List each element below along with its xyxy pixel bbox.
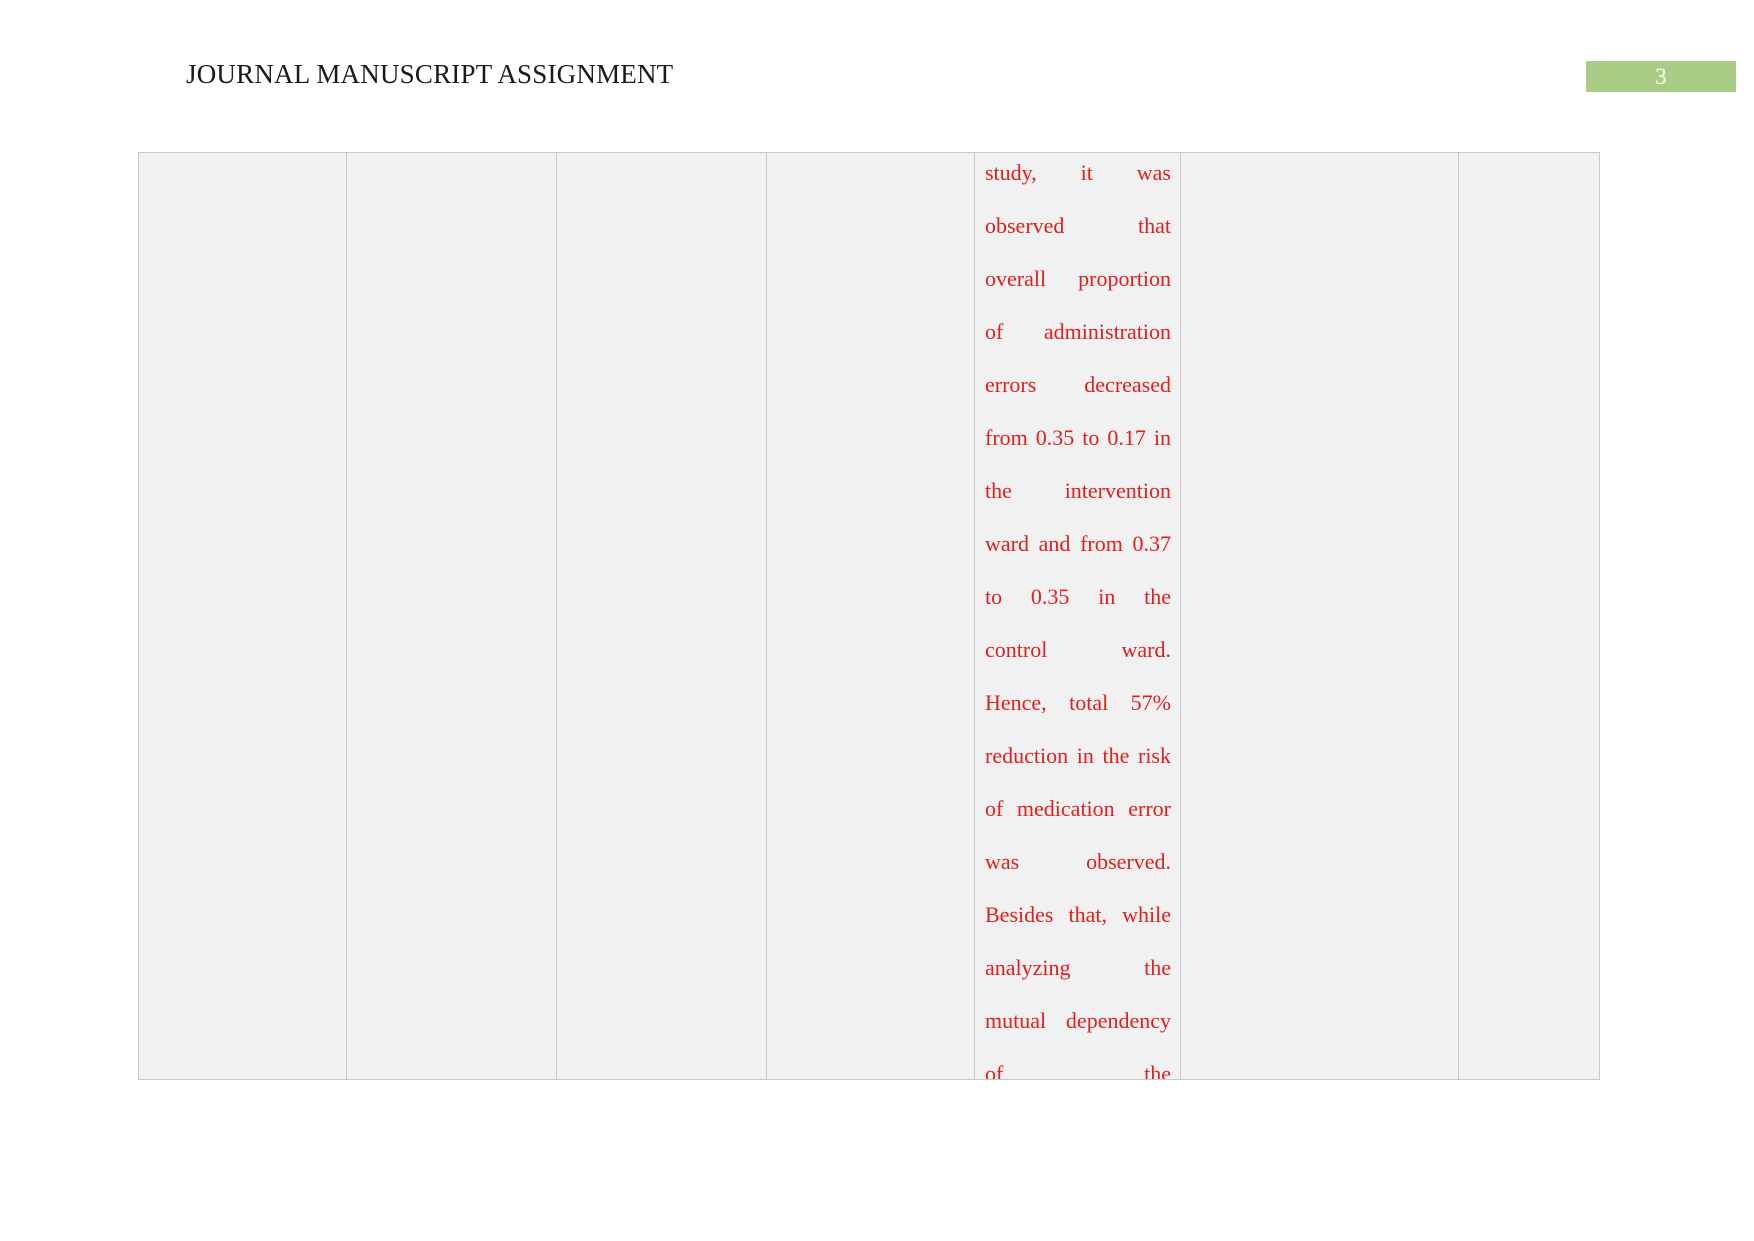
cell-content-2 — [348, 154, 556, 1079]
cell-content-5: study, it was observed that overall propor… — [976, 154, 1180, 1079]
narrative-line: ward and from 0.37 — [985, 531, 1171, 556]
cell-content-3 — [558, 154, 766, 1079]
narrative-line: of administration — [985, 319, 1171, 344]
narrative-line: reduction in the risk — [985, 743, 1171, 768]
narrative-line: observed that — [985, 213, 1171, 238]
document-page: JOURNAL MANUSCRIPT ASSIGNMENT 3 study, i… — [0, 0, 1754, 1241]
cell-content-6 — [1182, 154, 1458, 1079]
table-cell-5-narrative: study, it was observed that overall propor… — [974, 152, 1181, 1080]
narrative-line: overall proportion — [985, 266, 1171, 291]
table-cell-7 — [1458, 152, 1600, 1080]
narrative-line: was observed. — [985, 849, 1171, 874]
narrative-line: Besides that, while — [985, 902, 1171, 927]
narrative-line: from 0.35 to 0.17 in — [985, 425, 1171, 450]
narrative-line: to 0.35 in the — [985, 584, 1171, 609]
narrative-line: Hence, total 57% — [985, 690, 1171, 715]
narrative-line: of the — [985, 1061, 1171, 1079]
narrative-line: of medication error — [985, 796, 1171, 821]
table-row: study, it was observed that overall propor… — [138, 152, 1600, 1080]
page-title: JOURNAL MANUSCRIPT ASSIGNMENT — [186, 59, 674, 89]
cell-content-4 — [768, 154, 974, 1079]
page-header: JOURNAL MANUSCRIPT ASSIGNMENT 3 — [0, 0, 1754, 120]
table-cell-1 — [138, 152, 347, 1080]
table-cell-6 — [1180, 152, 1459, 1080]
narrative-text-block: study, it was observed that overall propor… — [985, 154, 1171, 1079]
page-number-badge: 3 — [1586, 61, 1736, 92]
table-cell-4 — [766, 152, 975, 1080]
cell-content-1 — [140, 154, 346, 1079]
table-cell-2 — [346, 152, 557, 1080]
content-table: study, it was observed that overall propor… — [138, 152, 1600, 1080]
narrative-line: study, it was — [985, 160, 1171, 185]
table-cell-3 — [556, 152, 767, 1080]
narrative-line: control ward. — [985, 637, 1171, 662]
narrative-line: the intervention — [985, 478, 1171, 503]
narrative-line: errors decreased — [985, 372, 1171, 397]
page-number-label: 3 — [1655, 64, 1667, 89]
cell-content-7 — [1460, 154, 1599, 1079]
narrative-line: analyzing the — [985, 955, 1171, 980]
narrative-line: mutual dependency — [985, 1008, 1171, 1033]
